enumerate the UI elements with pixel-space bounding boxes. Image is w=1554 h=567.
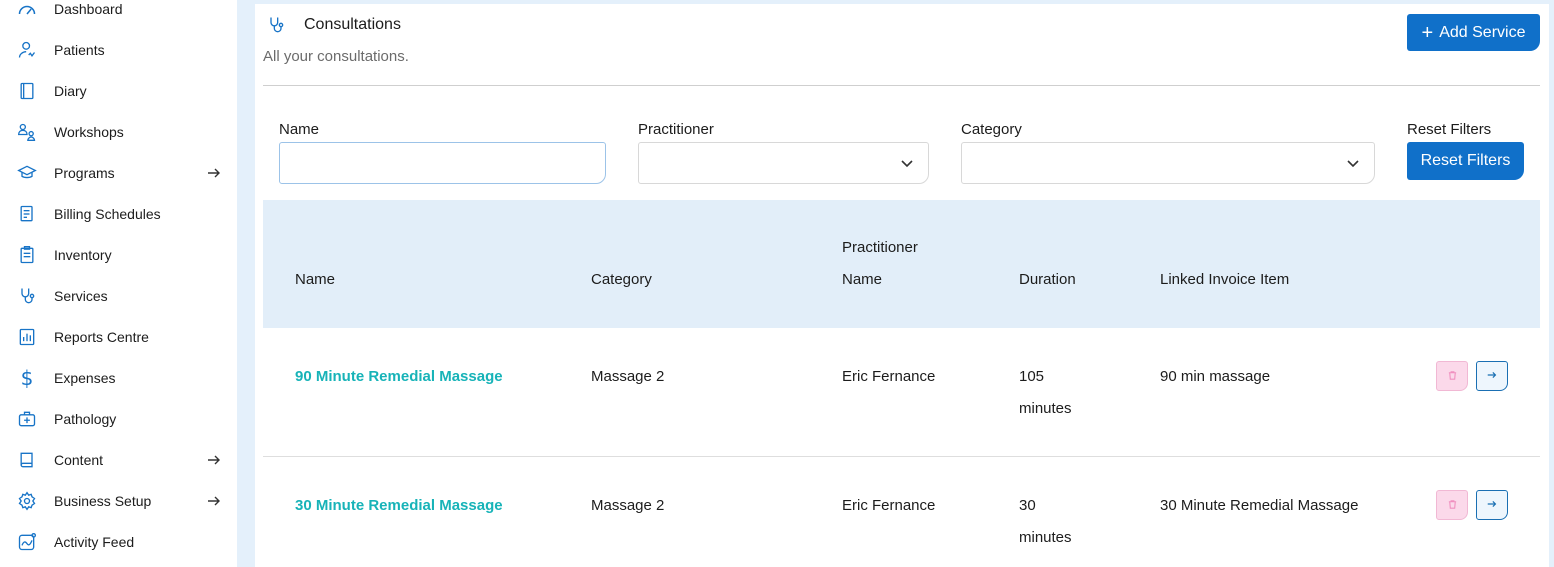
book-icon [16,449,38,471]
sidebar-item-label: Services [54,287,108,304]
workshops-icon [16,121,38,143]
duration-cell: 30 [1019,497,1036,514]
reset-filters-button[interactable]: Reset Filters [1407,142,1524,180]
patients-icon [16,39,38,61]
category-cell: Massage 2 [591,497,665,514]
activity-icon [16,531,38,553]
sidebar-item-programs[interactable]: Programs [0,152,237,193]
service-name-link[interactable]: 90 Minute Remedial Massage [295,361,503,393]
arrow-right-icon [206,452,222,468]
sidebar-item-expenses[interactable]: $ Expenses [0,357,237,398]
medical-kit-icon [16,408,38,430]
sidebar-item-label: Expenses [54,369,116,386]
duration-cell: 105 [1019,368,1045,385]
table-row: 90 Minute Remedial Massage Massage 2 Eri… [263,328,1540,457]
column-header-name: Name [295,271,336,288]
inventory-icon [16,244,38,266]
sidebar-item-label: Activity Feed [54,533,135,550]
sidebar-item-business-setup[interactable]: Business Setup [0,480,237,521]
open-service-button[interactable] [1476,490,1508,520]
table-header: Name Category Practitioner Name Duration… [263,200,1540,328]
delete-button[interactable] [1436,361,1468,391]
gear-icon [16,490,38,512]
sidebar-item-label: Diary [54,82,87,99]
column-header-category: Category [591,271,652,288]
diary-icon [16,80,38,102]
duration-unit-cell: minutes [1019,529,1072,546]
sidebar-item-label: Workshops [54,123,124,140]
arrow-right-icon [1486,369,1498,384]
duration-unit-cell: minutes [1019,400,1072,417]
practitioner-select[interactable] [638,142,929,184]
sidebar-item-services[interactable]: Services [0,275,237,316]
sidebar-item-activity-feed[interactable]: Activity Feed [0,521,237,562]
sidebar-item-label: Patients [54,41,105,58]
trash-icon [1447,498,1458,513]
chevron-down-icon [1346,156,1360,170]
arrow-right-icon [206,165,222,181]
dashboard-icon [16,0,38,20]
linked-invoice-item-cell: 30 Minute Remedial Massage [1160,497,1359,514]
column-header-practitioner: Practitioner [842,239,918,256]
category-filter-label: Category [961,121,1022,138]
sidebar-item-billing-schedules[interactable]: Billing Schedules [0,193,237,234]
billing-icon [16,203,38,225]
reset-filters-label: Reset Filters [1407,121,1492,138]
sidebar-item-workshops[interactable]: Workshops [0,111,237,152]
sidebar: Dashboard Patients Diary Workshops Progr… [0,0,237,567]
page-subtitle: All your consultations. [263,48,409,65]
sidebar-item-content[interactable]: Content [0,439,237,480]
stethoscope-icon [266,15,286,35]
add-service-label: Add Service [1439,23,1526,41]
plus-icon: + [1421,21,1434,44]
practitioner-filter-label: Practitioner [638,121,714,138]
header-divider [263,85,1540,86]
service-name-link[interactable]: 30 Minute Remedial Massage [295,490,503,522]
table-row: 30 Minute Remedial Massage Massage 2 Eri… [263,457,1540,567]
sidebar-item-diary[interactable]: Diary [0,70,237,111]
column-header-linked-invoice-item: Linked Invoice Item [1160,271,1290,288]
sidebar-item-label: Programs [54,164,115,181]
delete-button[interactable] [1436,490,1468,520]
page-title: Consultations [304,16,401,33]
add-service-button[interactable]: + Add Service [1407,14,1540,51]
trash-icon [1447,369,1458,384]
linked-invoice-item-cell: 90 min massage [1160,368,1271,385]
programs-icon [16,162,38,184]
sidebar-item-label: Content [54,451,104,468]
sidebar-divider [237,0,255,567]
practitioner-cell: Eric Fernance [842,497,936,514]
arrow-right-icon [206,493,222,509]
sidebar-item-pathology[interactable]: Pathology [0,398,237,439]
arrow-right-icon [1486,498,1498,513]
practitioner-cell: Eric Fernance [842,368,936,385]
category-select[interactable] [961,142,1375,184]
sidebar-item-label: Billing Schedules [54,205,161,222]
sidebar-item-inventory[interactable]: Inventory [0,234,237,275]
column-header-practitioner-name: Name [842,271,883,288]
category-cell: Massage 2 [591,368,665,385]
sidebar-item-patients[interactable]: Patients [0,29,237,70]
right-strip [1549,0,1554,567]
chevron-down-icon [900,156,914,170]
sidebar-item-label: Dashboard [54,0,123,17]
stethoscope-icon [16,285,38,307]
reports-icon [16,326,38,348]
sidebar-item-label: Inventory [54,246,112,263]
sidebar-item-reports-centre[interactable]: Reports Centre [0,316,237,357]
sidebar-item-label: Reports Centre [54,328,149,345]
name-filter-input[interactable] [279,142,606,184]
open-service-button[interactable] [1476,361,1508,391]
dollar-icon: $ [20,365,34,390]
sidebar-item-label: Pathology [54,410,117,427]
column-header-duration: Duration [1019,271,1076,288]
name-filter-label: Name [279,121,320,138]
sidebar-item-label: Business Setup [54,492,152,509]
sidebar-item-dashboard[interactable]: Dashboard [0,0,237,29]
